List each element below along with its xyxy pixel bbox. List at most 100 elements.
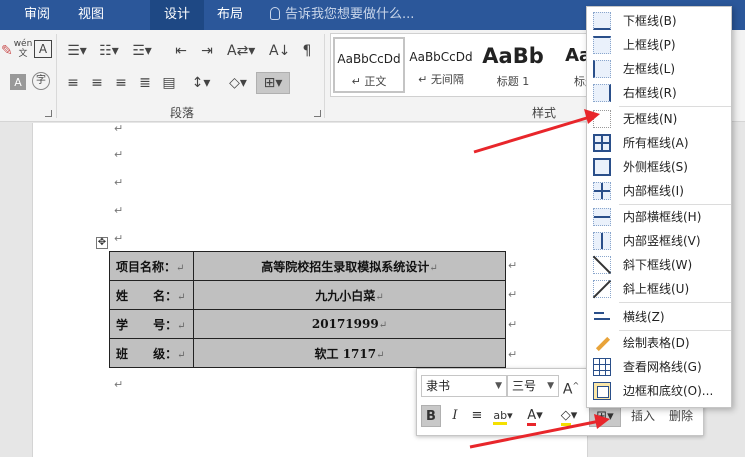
menu-item-diagonal-down[interactable]: 斜下框线(W) [587, 253, 731, 277]
table-cell-label[interactable]: 姓 名：↵ [109, 280, 194, 310]
bold-button[interactable]: B [421, 405, 441, 427]
shading-bucket-icon[interactable]: ◇▾ [222, 72, 254, 94]
center-icon[interactable]: ≡ [467, 405, 487, 427]
align-center-icon[interactable]: ≡ [86, 72, 108, 94]
table-row: 项目名称：↵ 高等院校招生录取模拟系统设计↵ [109, 251, 506, 281]
highlight-color-icon[interactable]: ab▾ [489, 405, 517, 427]
style-name: 标题 [574, 75, 587, 88]
tab-layout[interactable]: 布局 [204, 0, 256, 30]
table-cell-value[interactable]: 高等院校招生录取模拟系统设计↵ [193, 251, 506, 281]
menu-item-all-borders[interactable]: 所有框线(A) [587, 131, 731, 155]
menu-item-no-border[interactable]: 无框线(N) [587, 107, 731, 131]
delete-button[interactable]: 删除 [669, 407, 693, 424]
distributed-icon[interactable]: ▤ [158, 72, 180, 94]
menu-item-label: 无框线(N) [623, 112, 678, 126]
font-size-select[interactable]: 三号 ▼ [507, 375, 559, 397]
group-separator [56, 34, 57, 118]
increase-indent-icon[interactable]: ⇥ [196, 40, 218, 62]
borders-button[interactable]: ⊞▾ [256, 72, 290, 94]
menu-item-inside-vertical[interactable]: 内部竖框线(V) [587, 229, 731, 253]
menu-item-diagonal-up[interactable]: 斜上框线(U) [587, 277, 731, 301]
table-cell-label[interactable]: 学 号：↵ [109, 309, 194, 339]
font-dialog-launcher-icon[interactable] [45, 110, 52, 117]
justify-icon[interactable]: ≣ [134, 72, 156, 94]
font-name-select[interactable]: 隶书 ▼ [421, 375, 507, 397]
info-table[interactable]: 项目名称：↵ 高等院校招生录取模拟系统设计↵ 姓 名：↵ 九九小白菜↵ 学 号：… [109, 251, 506, 368]
style-title[interactable]: AaB 标题 [549, 37, 587, 93]
show-marks-icon[interactable]: ¶ [296, 40, 318, 62]
numbering-icon[interactable]: ☷▾ [94, 40, 124, 62]
cell-end-mark: ↵ [177, 291, 186, 303]
tell-me-search[interactable]: 告诉我您想要做什么... [270, 0, 414, 30]
row-end-mark: ↵ [508, 348, 518, 361]
menu-item-inside-borders[interactable]: 内部框线(I) [587, 179, 731, 203]
menu-item-top-border[interactable]: 上框线(P) [587, 33, 731, 57]
cell-text: 20171999 [311, 317, 379, 331]
line-spacing-icon[interactable]: ↕▾ [186, 72, 216, 94]
table-cell-value[interactable]: 软工 1717↵ [193, 338, 506, 368]
cell-text: 九九小白菜 [315, 288, 376, 303]
table-cell-value[interactable]: 九九小白菜↵ [193, 280, 506, 310]
decrease-indent-icon[interactable]: ⇤ [170, 40, 192, 62]
paragraph-mark: ↵ [114, 122, 124, 135]
paragraph-group-label: 段落 [170, 106, 195, 120]
menu-item-borders-shading[interactable]: 边框和底纹(O)... [587, 379, 731, 403]
align-right-icon[interactable]: ≡ [110, 72, 132, 94]
borders-dropdown-button[interactable]: ⊞▾ [589, 405, 621, 427]
character-shading-button[interactable]: A [10, 74, 26, 90]
italic-button[interactable]: I [445, 405, 465, 427]
insert-button[interactable]: 插入 [631, 407, 655, 424]
table-move-handle-icon[interactable]: ✥ [96, 237, 108, 249]
style-normal[interactable]: AaBbCcDd ↵ 正文 [333, 37, 405, 93]
sort-icon[interactable]: A↓ [268, 40, 290, 62]
font-color-icon[interactable]: A▾ [521, 405, 549, 427]
menu-item-right-border[interactable]: 右框线(R) [587, 81, 731, 105]
font-size-value: 三号 [512, 379, 537, 393]
border-outside-icon [593, 158, 611, 176]
chevron-down-icon: ▼ [495, 381, 502, 391]
shading-icon[interactable]: ◇▾ [553, 405, 585, 427]
style-sample: AaBb [482, 44, 544, 68]
lightbulb-icon [270, 7, 280, 20]
cell-text: 学 号： [116, 317, 178, 332]
menu-item-left-border[interactable]: 左框线(L) [587, 57, 731, 81]
table-cell-value[interactable]: 20171999↵ [193, 309, 506, 339]
multilevel-list-icon[interactable]: ☲▾ [126, 40, 158, 62]
grow-font-button[interactable]: A^ [561, 375, 581, 398]
align-left-icon[interactable]: ≡ [62, 72, 84, 94]
enclose-characters-button[interactable]: 字 [32, 72, 50, 90]
menu-item-label: 内部竖框线(V) [623, 234, 701, 248]
styles-gallery: AaBbCcDd ↵ 正文 AaBbCcDd ↵ 无间隔 AaBb 标题 1 A… [330, 33, 588, 97]
table-cell-label[interactable]: 项目名称：↵ [109, 251, 194, 281]
menu-item-inside-horizontal[interactable]: 内部横框线(H) [587, 205, 731, 229]
menu-item-label: 边框和底纹(O)... [623, 384, 714, 398]
table-cell-label[interactable]: 班 级：↵ [109, 338, 194, 368]
menu-item-label: 外侧框线(S) [623, 160, 688, 174]
cell-end-mark: ↵ [378, 320, 388, 331]
style-sample: AaB [565, 45, 587, 66]
paragraph-dialog-launcher-icon[interactable] [314, 110, 321, 117]
menu-item-view-gridlines[interactable]: 查看网格线(G) [587, 355, 731, 379]
tab-design[interactable]: 设计 [150, 0, 204, 30]
menu-item-draw-table[interactable]: 绘制表格(D) [587, 331, 731, 355]
style-heading-1[interactable]: AaBb 标题 1 [477, 37, 549, 93]
menu-item-label: 内部框线(I) [623, 184, 684, 198]
paragraph-mark: ↵ [114, 232, 124, 245]
border-left-icon [593, 60, 611, 78]
cell-end-mark: ↵ [176, 262, 185, 274]
menu-item-outside-borders[interactable]: 外侧框线(S) [587, 155, 731, 179]
bullets-icon[interactable]: ☰▾ [62, 40, 92, 62]
style-no-spacing[interactable]: AaBbCcDd ↵ 无间隔 [405, 37, 477, 93]
chinese-layout-icon[interactable]: A⇄▾ [226, 40, 256, 62]
tab-view[interactable]: 视图 [66, 0, 116, 30]
menu-item-bottom-border[interactable]: 下框线(B) [587, 9, 731, 33]
tab-review[interactable]: 审阅 [14, 0, 60, 30]
clear-format-icon[interactable]: ✎ [0, 40, 13, 62]
style-sample: AaBbCcDd [337, 52, 401, 66]
borders-shading-icon [593, 382, 611, 400]
style-name: ↵ 无间隔 [418, 73, 464, 86]
character-border-button[interactable]: A [34, 40, 52, 58]
phonetic-guide-button[interactable]: wén 文 [12, 38, 34, 60]
menu-item-horizontal-line[interactable]: 横线(Z) [587, 305, 731, 329]
paragraph-mark: ↵ [114, 378, 124, 391]
